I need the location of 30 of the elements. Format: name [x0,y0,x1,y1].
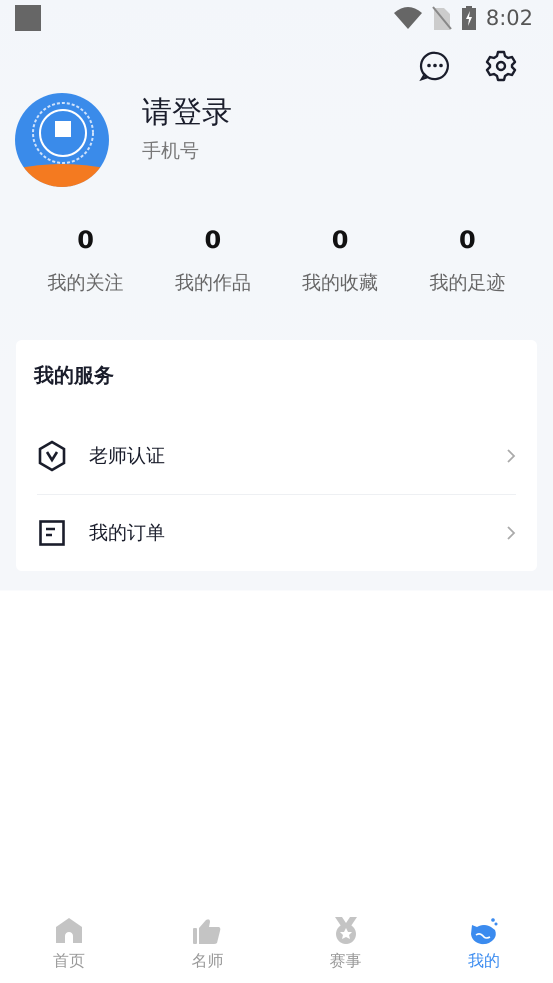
status-time: 8:02 [486,6,533,30]
creature-icon [470,917,498,945]
tab-item[interactable]: 名师 [191,917,224,983]
stat-label[interactable]: 我的作品 [174,271,251,295]
section-title: 我的服务 [32,362,115,389]
medal-icon [334,917,358,945]
stat-value: 0 [459,225,476,255]
tab-item[interactable]: 赛事 [330,917,362,983]
stat-label[interactable]: 我的收藏 [302,271,378,295]
stat-label[interactable]: 我的足迹 [429,271,506,295]
thumbs-up-icon [193,917,222,945]
stat-value: 0 [204,225,222,255]
document-icon [39,520,65,546]
stat-value: 0 [332,225,348,255]
notification-icon [15,5,41,31]
settings-icon[interactable] [485,50,517,82]
no-sim-icon [432,6,452,30]
login-prompt[interactable]: 请登录 [142,95,232,131]
service-item[interactable]: 我的订单 [89,520,484,546]
hexagon-icon [37,440,67,472]
tab-item[interactable]: 我的 [468,917,500,983]
stat-label[interactable]: 我的关注 [48,271,124,295]
tab-item[interactable]: 首页 [53,917,86,983]
phone-label: 手机号 [142,139,200,163]
wifi-icon [394,7,422,29]
battery-icon [462,6,476,30]
service-item[interactable]: 老师认证 [89,443,484,469]
chat-icon[interactable] [419,50,451,82]
stat-value: 0 [77,225,94,255]
home-icon [55,917,84,945]
